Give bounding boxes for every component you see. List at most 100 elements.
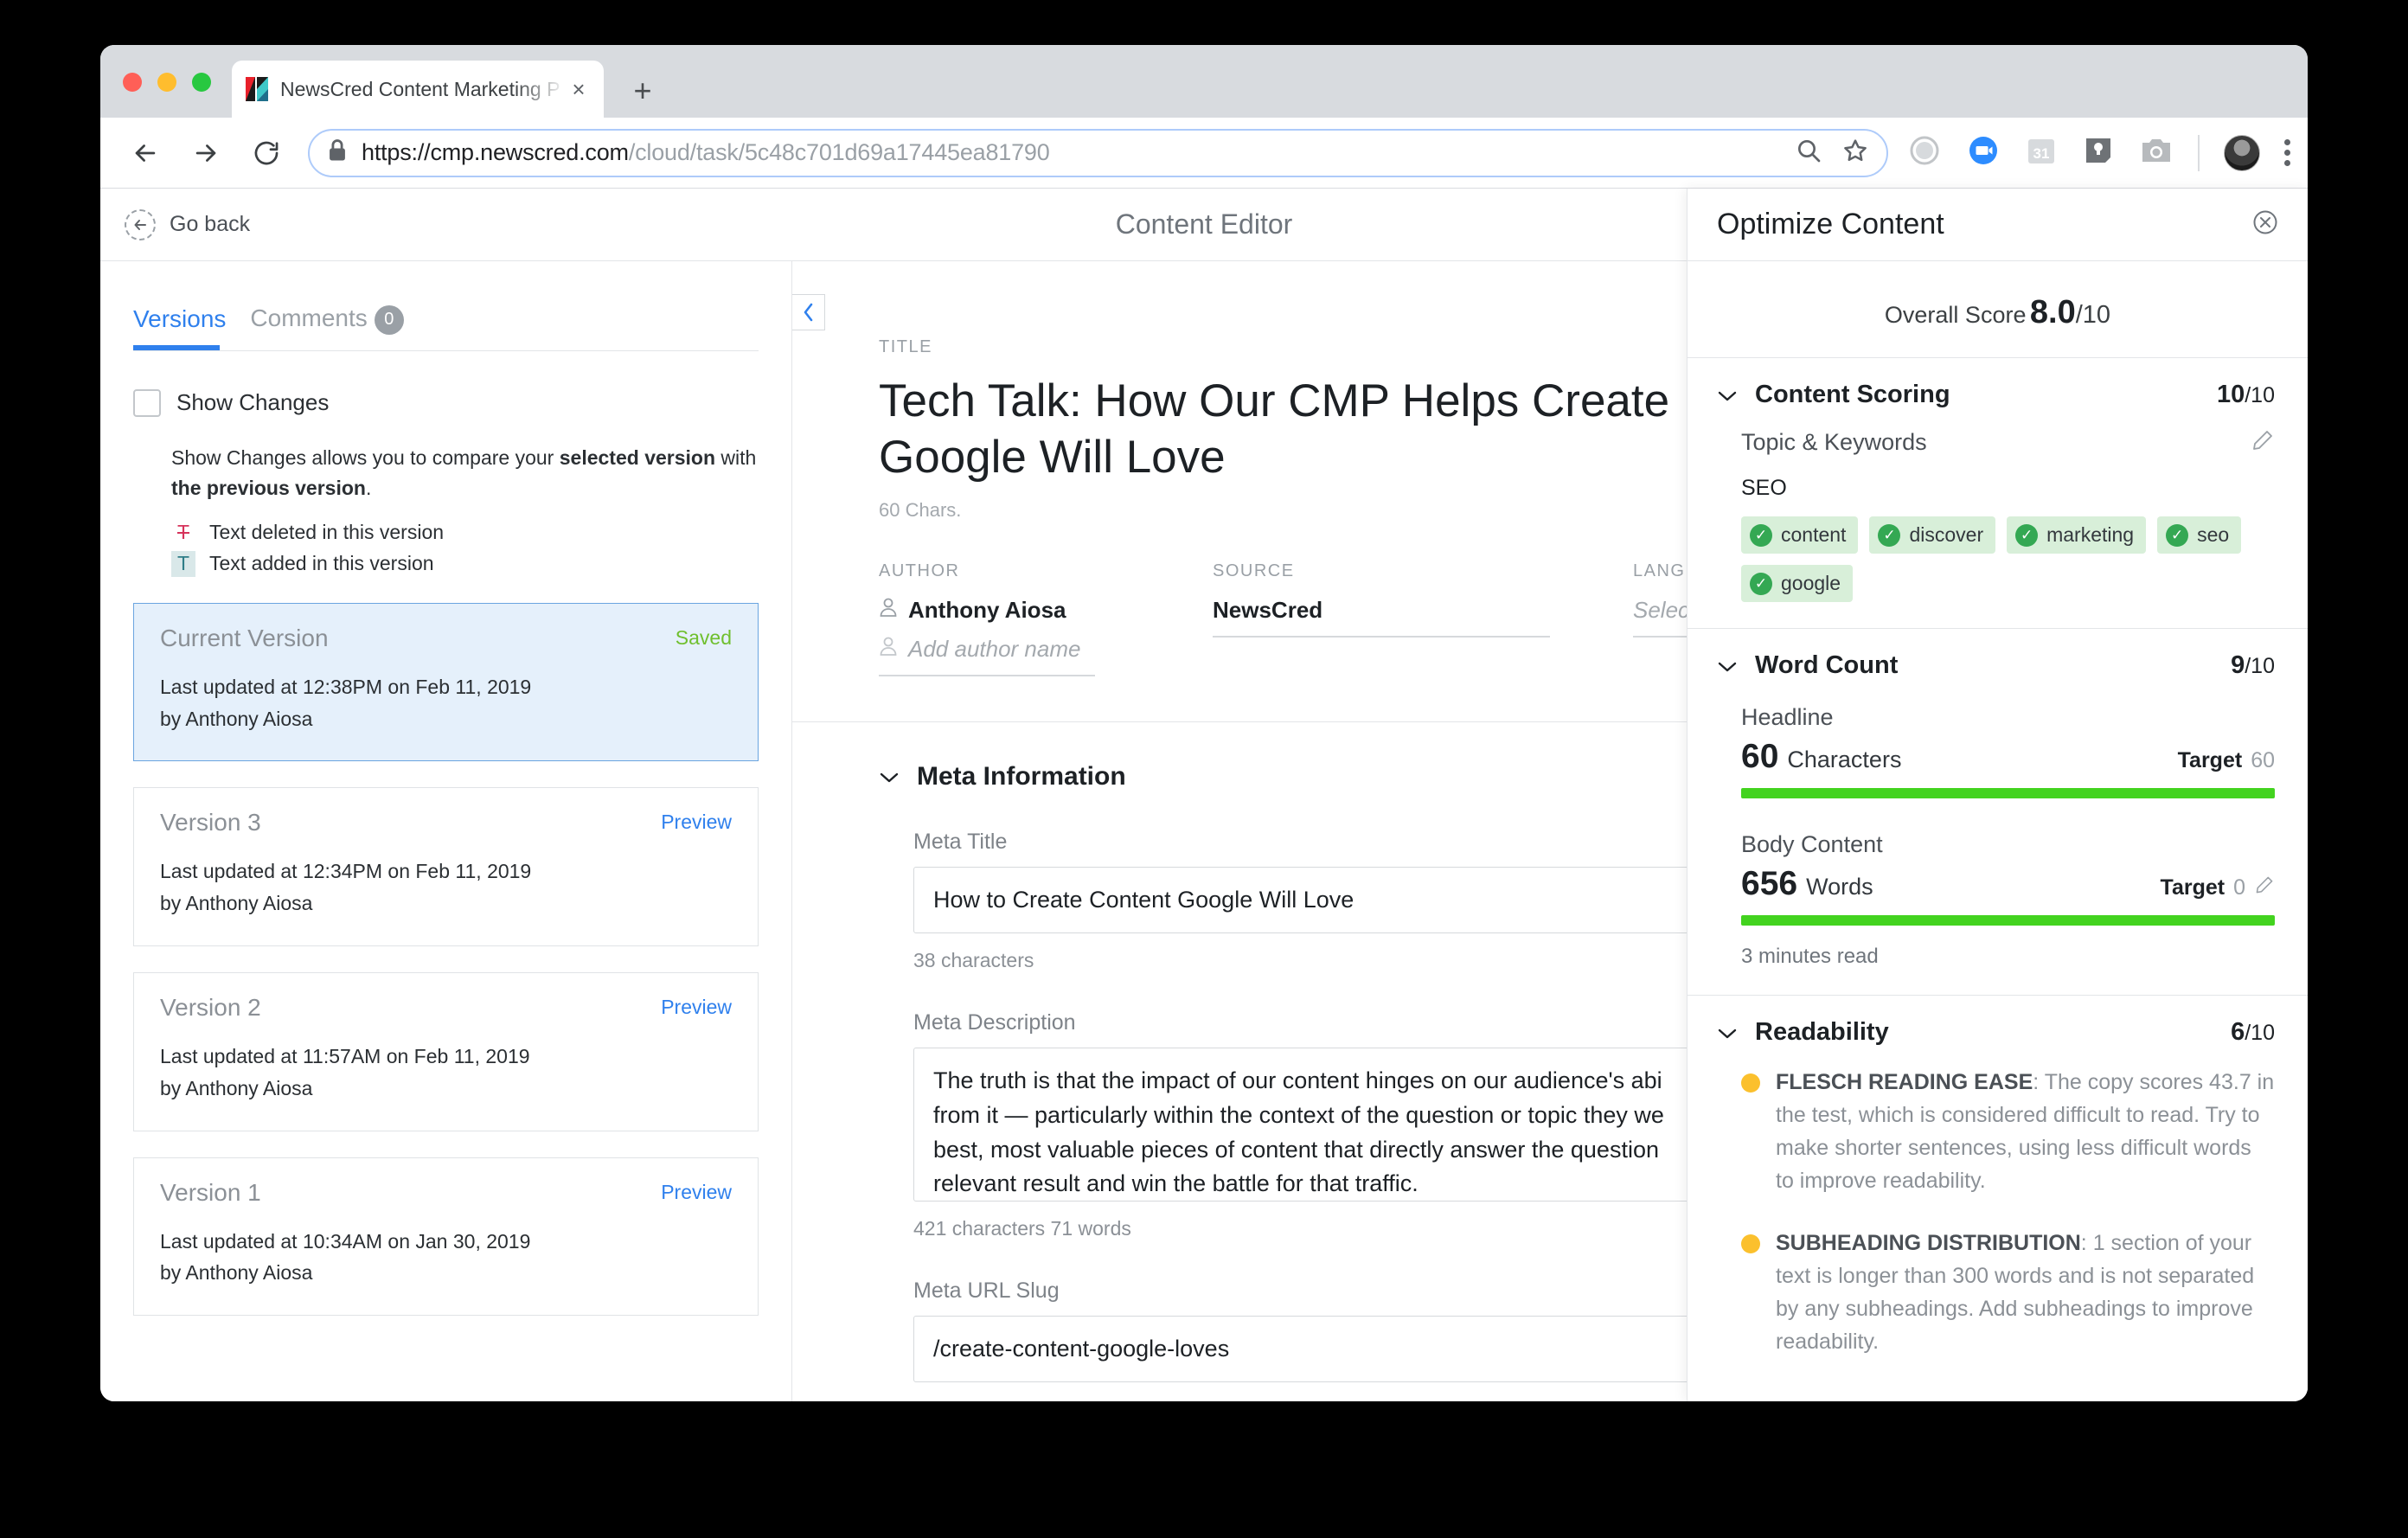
version-title: Version 3: [160, 809, 261, 836]
tab-close-icon[interactable]: ×: [566, 76, 592, 102]
source-value: NewsCred: [1213, 597, 1323, 624]
word-count-score: 9/10: [2231, 651, 2275, 680]
document-title-line1: Tech Talk: How Our CMP Helps Create: [879, 375, 1670, 426]
section-word-count-header[interactable]: Word Count 9/10: [1688, 628, 2308, 699]
topic-keywords-row: Topic & Keywords: [1741, 428, 2275, 457]
collapse-sidebar-button[interactable]: [792, 294, 825, 330]
meta-information-title: Meta Information: [917, 762, 1126, 791]
search-icon[interactable]: [1795, 137, 1822, 169]
zoom-video-icon[interactable]: [1966, 133, 2001, 172]
lock-icon: [327, 138, 348, 167]
chevron-down-icon: [879, 766, 900, 788]
forward-button[interactable]: [183, 131, 228, 176]
keep-lightbulb-icon[interactable]: [2082, 134, 2115, 171]
browser-menu-icon[interactable]: [2284, 139, 2290, 166]
topic-keywords-label: Topic & Keywords: [1741, 429, 1927, 455]
source-underline: [1213, 636, 1550, 638]
version-card-current[interactable]: Current Version Saved Last updated at 12…: [133, 602, 759, 762]
omnibox-actions: [1795, 137, 1869, 169]
browser-tab[interactable]: NewsCred Content Marketing P ×: [232, 61, 604, 118]
close-window-button[interactable]: [123, 73, 142, 92]
versions-panel: Versions Comments 0 Show Changes Show Cha…: [100, 261, 792, 1401]
help-bold-selected: selected version: [559, 445, 716, 469]
keyword-chip[interactable]: ✓ marketing: [2007, 516, 2147, 554]
check-icon: ✓: [2015, 523, 2039, 547]
version-title: Version 2: [160, 994, 261, 1022]
comments-count-badge: 0: [374, 304, 404, 335]
word-count-title: Word Count: [1755, 651, 1899, 679]
browser-tab-strip: NewsCred Content Marketing P × +: [100, 45, 2308, 118]
reload-button[interactable]: [244, 131, 289, 176]
address-bar-url: https://cmp.newscred.com/cloud/task/5c48…: [362, 139, 1050, 166]
readability-item-name: SUBHEADING DISTRIBUTION: [1776, 1231, 2081, 1255]
bookmark-star-icon[interactable]: [1841, 137, 1869, 169]
author-name: Anthony Aiosa: [908, 597, 1066, 624]
keyword-chip-label: google: [1781, 572, 1841, 594]
body-content-value: 656: [1741, 865, 1798, 902]
help-end: .: [365, 477, 372, 500]
screenshot-camera-icon[interactable]: [2139, 134, 2174, 171]
source-input[interactable]: NewsCred: [1213, 597, 1550, 636]
version-updated: Last updated at 11:57AM on Feb 11, 2019: [160, 1045, 530, 1068]
chevron-down-icon: [1717, 384, 1738, 407]
browser-toolbar: https://cmp.newscred.com/cloud/task/5c48…: [100, 118, 2308, 189]
profile-avatar[interactable]: [2224, 134, 2260, 171]
tab-comments[interactable]: Comments 0: [250, 304, 404, 350]
version-preview-link[interactable]: Preview: [661, 996, 732, 1019]
keyword-chip-label: content: [1781, 523, 1847, 546]
body-target-value: 0: [2233, 875, 2245, 900]
back-button[interactable]: [123, 131, 168, 176]
optimize-panel-header: Optimize Content: [1688, 189, 2308, 261]
version-card[interactable]: Version 1 Preview Last updated at 10:34A…: [133, 1157, 759, 1317]
browser-window: NewsCred Content Marketing P × + https:/…: [100, 45, 2308, 1401]
tab-versions[interactable]: Versions: [133, 305, 226, 349]
version-card[interactable]: Version 2 Preview Last updated at 11:57A…: [133, 972, 759, 1131]
maximize-window-button[interactable]: [192, 73, 211, 92]
overall-score-label: Overall Score: [1884, 302, 2027, 328]
version-author: by Anthony Aiosa: [160, 892, 313, 915]
version-preview-link[interactable]: Preview: [661, 1181, 732, 1204]
app-body: Versions Comments 0 Show Changes Show Cha…: [100, 189, 2308, 1401]
author-value[interactable]: Anthony Aiosa: [879, 597, 1130, 636]
keyword-chip[interactable]: ✓ discover: [1869, 516, 1996, 554]
body-content-progress-bar: [1741, 915, 2275, 926]
author-field-group: AUTHOR Anthony Aiosa Add author name: [879, 561, 1130, 677]
meta-title-input[interactable]: How to Create Content Google Will Love: [913, 867, 1778, 934]
body-target-label: Target: [2160, 875, 2225, 900]
version-card[interactable]: Version 3 Preview Last updated at 12:34P…: [133, 787, 759, 947]
calendar-31-icon[interactable]: 31: [2025, 134, 2058, 171]
meta-slug-input[interactable]: /create-content-google-loves: [913, 1316, 1778, 1383]
keyword-chips: ✓ content ✓ discover ✓ marketing ✓ seo ✓ goog…: [1741, 516, 2275, 602]
overall-score-denominator: /10: [2075, 301, 2111, 329]
keyword-chip-label: marketing: [2046, 523, 2135, 546]
show-changes-row[interactable]: Show Changes: [133, 388, 759, 417]
section-content-scoring-header[interactable]: Content Scoring 10/10: [1688, 357, 2308, 428]
add-author-placeholder: Add author name: [908, 636, 1081, 663]
meta-description-textarea[interactable]: The truth is that the impact of our cont…: [913, 1048, 1778, 1202]
show-changes-checkbox[interactable]: [133, 388, 161, 417]
edit-pencil-icon[interactable]: [2254, 875, 2275, 901]
edit-pencil-icon[interactable]: [2251, 428, 2275, 457]
browser-extensions: 31: [1907, 133, 2308, 172]
section-readability-header[interactable]: Readability 6/10: [1688, 995, 2308, 1066]
app-root: Go back Content Editor INLINE CO Version…: [100, 189, 2308, 1401]
show-changes-help: Show Changes allows you to compare your …: [133, 443, 759, 504]
minimize-window-button[interactable]: [157, 73, 176, 92]
close-icon[interactable]: [2251, 208, 2280, 241]
readability-item: SUBHEADING DISTRIBUTION: 1 section of yo…: [1741, 1227, 2275, 1358]
keyword-chip[interactable]: ✓ seo: [2157, 516, 2242, 554]
new-tab-button[interactable]: +: [626, 74, 659, 107]
word-count-score-value: 9: [2231, 651, 2245, 679]
add-author-input[interactable]: Add author name: [879, 636, 1130, 675]
address-bar[interactable]: https://cmp.newscred.com/cloud/task/5c48…: [308, 128, 1888, 177]
version-updated: Last updated at 12:38PM on Feb 11, 2019: [160, 675, 532, 698]
version-preview-link[interactable]: Preview: [661, 811, 732, 834]
chevron-down-icon: [1717, 655, 1738, 677]
keyword-chip[interactable]: ✓ content: [1741, 516, 1859, 554]
check-icon: ✓: [1750, 523, 1772, 547]
changes-legend: T Text deleted in this version T Text ad…: [133, 520, 759, 577]
extension-circle-icon[interactable]: [1907, 133, 1942, 172]
legend-deleted-label: Text deleted in this version: [209, 521, 445, 544]
keyword-chip[interactable]: ✓ google: [1741, 565, 1854, 602]
help-mid: with: [715, 445, 757, 469]
